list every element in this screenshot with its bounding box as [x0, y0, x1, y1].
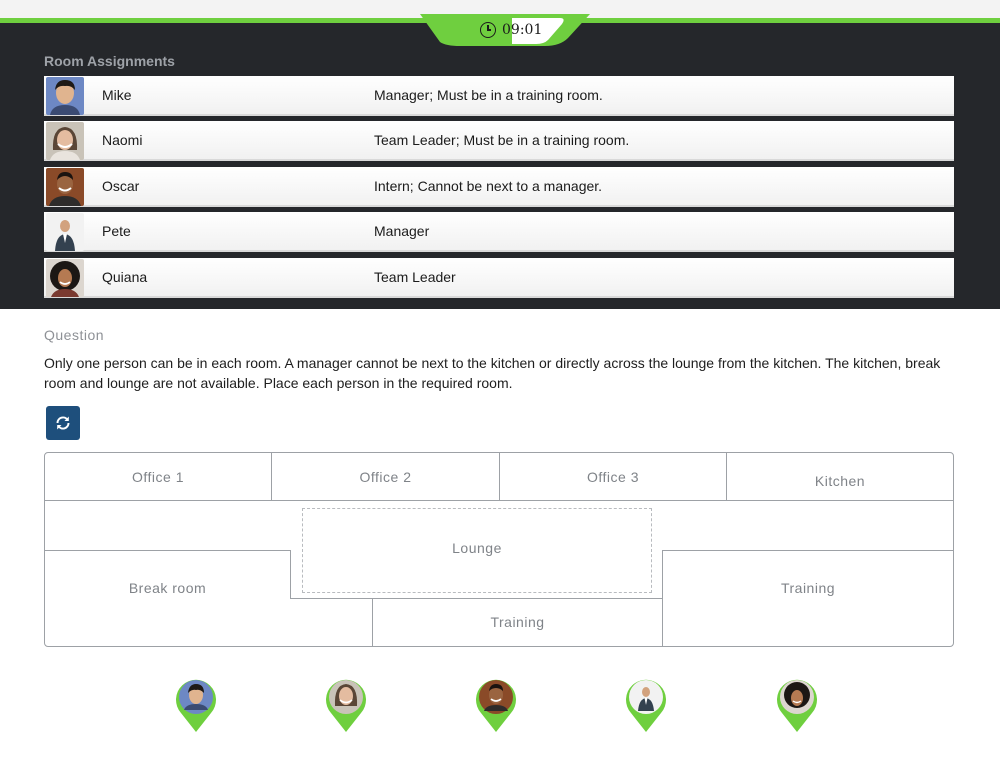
wall — [290, 598, 372, 599]
room-office-3[interactable]: Office 3 — [500, 453, 726, 500]
room-training-right[interactable]: Training — [663, 551, 953, 625]
room-label: Kitchen — [814, 472, 866, 489]
person-description: Manager — [374, 223, 430, 239]
avatar-quiana — [46, 259, 84, 297]
pin-quiana[interactable] — [774, 673, 820, 733]
pin-naomi[interactable] — [323, 673, 369, 733]
person-name: Mike — [102, 87, 132, 103]
person-description: Intern; Cannot be next to a manager. — [374, 178, 603, 194]
wall — [290, 550, 291, 599]
pin-pete[interactable] — [623, 673, 669, 733]
assignment-row-quiana: Quiana Team Leader — [44, 258, 954, 298]
avatar-pete — [46, 213, 84, 251]
room-assignments-title: Room Assignments — [44, 53, 175, 69]
timer: 09:01 — [480, 19, 560, 41]
assignment-row-oscar: Oscar Intern; Cannot be next to a manage… — [44, 167, 954, 207]
room-office-2[interactable]: Office 2 — [272, 453, 499, 500]
room-label: Training — [490, 614, 545, 630]
room-lounge[interactable]: Lounge — [302, 508, 652, 588]
refresh-icon — [56, 416, 70, 430]
person-description: Team Leader — [374, 269, 456, 285]
room-kitchen[interactable]: Kitchen — [727, 457, 953, 504]
room-label: Office 2 — [359, 468, 412, 485]
clock-icon — [480, 22, 496, 38]
person-name: Quiana — [102, 269, 148, 285]
pin-mike[interactable] — [173, 673, 219, 733]
room-label: Office 3 — [587, 468, 639, 485]
assignment-row-pete: Pete Manager — [44, 212, 954, 252]
room-office-1[interactable]: Office 1 — [45, 453, 271, 500]
room-label: Office 1 — [132, 468, 184, 485]
avatar-oscar — [46, 168, 84, 206]
floor-plan: Office 1 Office 2 Office 3 Kitchen Loung… — [44, 452, 954, 647]
person-name: Naomi — [102, 132, 143, 148]
room-label: Break room — [128, 580, 207, 596]
pin-oscar[interactable] — [473, 673, 519, 733]
room-assignments-panel: 09:01 Room Assignments Mike Manager; Mus… — [0, 0, 1000, 309]
person-name: Pete — [102, 223, 131, 239]
timer-value: 09:01 — [502, 22, 543, 38]
question-text: Only one person can be in each room. A m… — [44, 355, 941, 391]
person-name: Oscar — [102, 178, 140, 194]
room-training-bottom[interactable]: Training — [373, 599, 662, 645]
room-break-room[interactable]: Break room — [45, 551, 290, 625]
question-title: Question — [44, 327, 105, 343]
avatar-naomi — [46, 122, 84, 160]
assignment-row-mike: Mike Manager; Must be in a training room… — [44, 76, 954, 116]
reset-button[interactable] — [46, 406, 80, 440]
person-description: Manager; Must be in a training room. — [374, 87, 603, 103]
person-description: Team Leader; Must be in a training room. — [374, 132, 630, 148]
room-label: Lounge — [452, 540, 502, 556]
room-label: Training — [780, 580, 836, 596]
assignment-row-naomi: Naomi Team Leader; Must be in a training… — [44, 121, 954, 161]
avatar-mike — [46, 77, 84, 115]
